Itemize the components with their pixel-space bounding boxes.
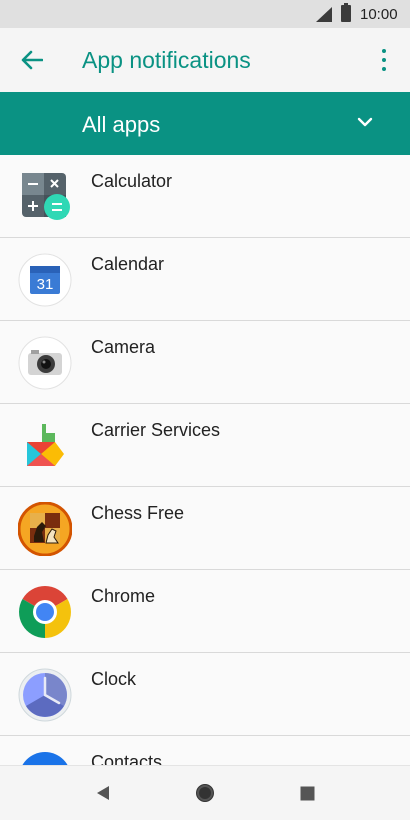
battery-icon [341, 3, 351, 22]
app-filter-dropdown[interactable]: All apps [0, 92, 410, 155]
chevron-down-icon [357, 117, 373, 127]
list-item[interactable]: Chess Free [0, 487, 410, 570]
app-name: Chrome [91, 586, 156, 606]
back-icon[interactable] [92, 782, 114, 804]
page-title: App notifications [82, 47, 251, 73]
chrome-icon [19, 586, 71, 638]
calculator-icon [22, 173, 70, 220]
list-item[interactable]: Chrome [0, 570, 410, 653]
app-name: Carrier Services [91, 420, 221, 440]
system-nav-bar [0, 765, 410, 820]
status-time: 10:00 [360, 6, 398, 23]
app-bar: App notifications [0, 28, 410, 92]
list-item[interactable]: Carrier Services [0, 404, 410, 487]
app-name: Chess Free [91, 503, 185, 523]
more-options-icon[interactable] [374, 47, 394, 73]
status-bar: 10:00 [0, 0, 410, 28]
app-name: Calendar [91, 254, 165, 274]
list-item[interactable]: Calculator [0, 155, 410, 238]
filter-selected-label: All apps [82, 112, 161, 137]
app-name: Camera [91, 337, 156, 357]
camera-icon [18, 336, 72, 390]
contacts-icon [22, 752, 68, 765]
app-name: Calculator [91, 171, 173, 191]
list-item[interactable]: Clock [0, 653, 410, 736]
list-item[interactable]: Contacts [0, 736, 410, 765]
clock-icon [18, 668, 72, 722]
chess-icon [18, 502, 72, 556]
app-list[interactable]: Calculator 31 Calendar Camera Carrier Se… [0, 155, 410, 765]
list-item[interactable]: 31 Calendar [0, 238, 410, 321]
back-arrow-icon[interactable] [18, 46, 46, 74]
recents-icon[interactable] [296, 782, 318, 804]
home-icon[interactable] [194, 782, 216, 804]
list-item[interactable]: Camera [0, 321, 410, 404]
app-name: Contacts [91, 752, 163, 765]
app-name: Clock [91, 669, 137, 689]
signal-icon [316, 7, 332, 22]
calendar-icon: 31 [18, 253, 72, 307]
svg-text:31: 31 [37, 276, 54, 293]
carrier-services-icon [27, 424, 64, 466]
